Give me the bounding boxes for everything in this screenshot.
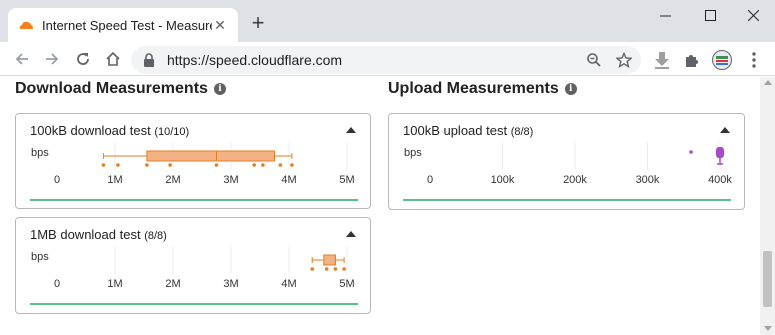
card-count: (8/8) bbox=[144, 230, 167, 242]
browser-toolbar: https://speed.cloudflare.com bbox=[0, 42, 775, 76]
x-tick-label: 300k bbox=[636, 174, 660, 186]
data-point bbox=[324, 267, 329, 271]
bookmark-star-icon[interactable] bbox=[615, 51, 633, 69]
y-axis-label: bps bbox=[31, 251, 49, 263]
data-point bbox=[168, 163, 172, 167]
card-title: 100kB download test (10/10) bbox=[30, 123, 189, 138]
address-bar[interactable]: https://speed.cloudflare.com bbox=[131, 46, 641, 74]
card-title-text: 100kB download test bbox=[30, 123, 151, 138]
collapse-chevron-icon[interactable] bbox=[346, 127, 356, 133]
url-text[interactable]: https://speed.cloudflare.com bbox=[167, 52, 342, 68]
data-point bbox=[333, 267, 338, 271]
download-100kb-chart: bps 0 1M 2M 3M 4M 5M bbox=[31, 142, 355, 186]
upload-100kb-chart: bps 0 100k 200k 300k 400k bbox=[404, 142, 732, 186]
minimize-button[interactable] bbox=[645, 4, 685, 26]
scrollbar-thumb[interactable] bbox=[763, 251, 772, 307]
cloudflare-favicon-icon bbox=[18, 17, 34, 33]
x-tick-label: 1M bbox=[107, 174, 122, 186]
tab-strip: Internet Speed Test - Measurement ✕ + bbox=[0, 0, 775, 42]
data-point bbox=[116, 163, 120, 167]
browser-tab[interactable]: Internet Speed Test - Measurement ✕ bbox=[8, 8, 238, 42]
lock-icon[interactable] bbox=[143, 53, 155, 72]
data-point bbox=[278, 163, 283, 167]
x-tick-label: 4M bbox=[281, 174, 296, 186]
x-tick-label: 400k bbox=[708, 174, 732, 186]
card-count: (8/8) bbox=[510, 126, 534, 138]
upload-title-text: Upload Measurements bbox=[388, 80, 559, 97]
page-content: Download Measurements i Upload Measureme… bbox=[0, 77, 760, 335]
tab-close-icon[interactable]: ✕ bbox=[212, 17, 228, 33]
divider-line bbox=[30, 199, 358, 201]
scroll-up-arrow-icon[interactable] bbox=[764, 80, 772, 85]
browser-menu-icon[interactable] bbox=[744, 50, 764, 70]
x-tick-label: 4M bbox=[281, 278, 296, 290]
extensions-puzzle-icon[interactable] bbox=[682, 50, 702, 70]
x-tick-label: 3M bbox=[223, 278, 238, 290]
reload-button[interactable] bbox=[71, 47, 95, 71]
upload-100kb-card: 100kB upload test (8/8) bps 0 100k 200k 300k… bbox=[388, 113, 745, 210]
y-axis-label: bps bbox=[31, 147, 49, 159]
tab-title: Internet Speed Test - Measurement bbox=[42, 17, 212, 33]
download-title-text: Download Measurements bbox=[15, 80, 208, 97]
x-tick-label: 200k bbox=[563, 174, 587, 186]
card-title: 1MB download test (8/8) bbox=[30, 227, 167, 242]
x-tick-label: 5M bbox=[339, 174, 354, 186]
card-count: (10/10) bbox=[154, 126, 190, 138]
data-point bbox=[101, 163, 106, 167]
upload-section-title: Upload Measurements i bbox=[388, 80, 577, 98]
zoom-icon[interactable] bbox=[585, 51, 603, 69]
data-point bbox=[145, 163, 149, 167]
collapse-chevron-icon[interactable] bbox=[346, 231, 356, 237]
card-title-text: 100kB upload test bbox=[403, 123, 508, 138]
data-point bbox=[290, 163, 294, 167]
data-point bbox=[261, 163, 265, 167]
x-tick-label: 5M bbox=[339, 278, 354, 290]
info-icon[interactable]: i bbox=[564, 83, 577, 95]
download-100kb-card: 100kB download test (10/10) bps 0 1M 2M 3M 4M… bbox=[15, 113, 371, 209]
info-icon[interactable]: i bbox=[213, 83, 226, 95]
collapse-chevron-icon[interactable] bbox=[720, 127, 730, 133]
download-section-title: Download Measurements i bbox=[15, 80, 226, 98]
x-tick-label: 2M bbox=[165, 278, 180, 290]
data-point bbox=[689, 150, 693, 154]
back-button[interactable] bbox=[10, 47, 34, 71]
x-tick-label: 3M bbox=[223, 174, 238, 186]
x-tick-label: 0 bbox=[54, 278, 60, 290]
x-tick-label: 2M bbox=[165, 174, 180, 186]
data-point bbox=[252, 163, 256, 167]
x-tick-label: 0 bbox=[427, 174, 433, 186]
forward-button[interactable] bbox=[40, 47, 64, 71]
new-tab-button[interactable]: + bbox=[246, 12, 270, 36]
page-scrollbar[interactable] bbox=[760, 77, 775, 335]
scroll-down-arrow-icon[interactable] bbox=[764, 326, 772, 331]
profile-avatar-icon[interactable] bbox=[712, 50, 732, 70]
x-tick-label: 0 bbox=[54, 174, 60, 186]
divider-line bbox=[403, 199, 731, 201]
data-point bbox=[342, 267, 346, 271]
x-tick-label: 100k bbox=[491, 174, 515, 186]
maximize-button[interactable] bbox=[690, 4, 730, 26]
box bbox=[323, 254, 336, 266]
data-point bbox=[718, 150, 722, 154]
download-extension-icon[interactable] bbox=[652, 50, 672, 70]
close-window-button[interactable] bbox=[733, 4, 773, 26]
data-point bbox=[310, 267, 315, 271]
home-button[interactable] bbox=[101, 47, 125, 71]
card-title: 100kB upload test (8/8) bbox=[403, 123, 533, 138]
download-1mb-chart: bps 0 1M 2M 3M 4M 5M bbox=[31, 246, 355, 290]
divider-line bbox=[30, 303, 358, 305]
y-axis-label: bps bbox=[404, 147, 422, 159]
box bbox=[146, 150, 275, 162]
x-tick-label: 1M bbox=[107, 278, 122, 290]
data-point bbox=[214, 163, 219, 167]
download-1mb-card: 1MB download test (8/8) bps 0 1M 2M 3M 4M 5M bbox=[15, 217, 371, 314]
card-title-text: 1MB download test bbox=[30, 227, 141, 242]
